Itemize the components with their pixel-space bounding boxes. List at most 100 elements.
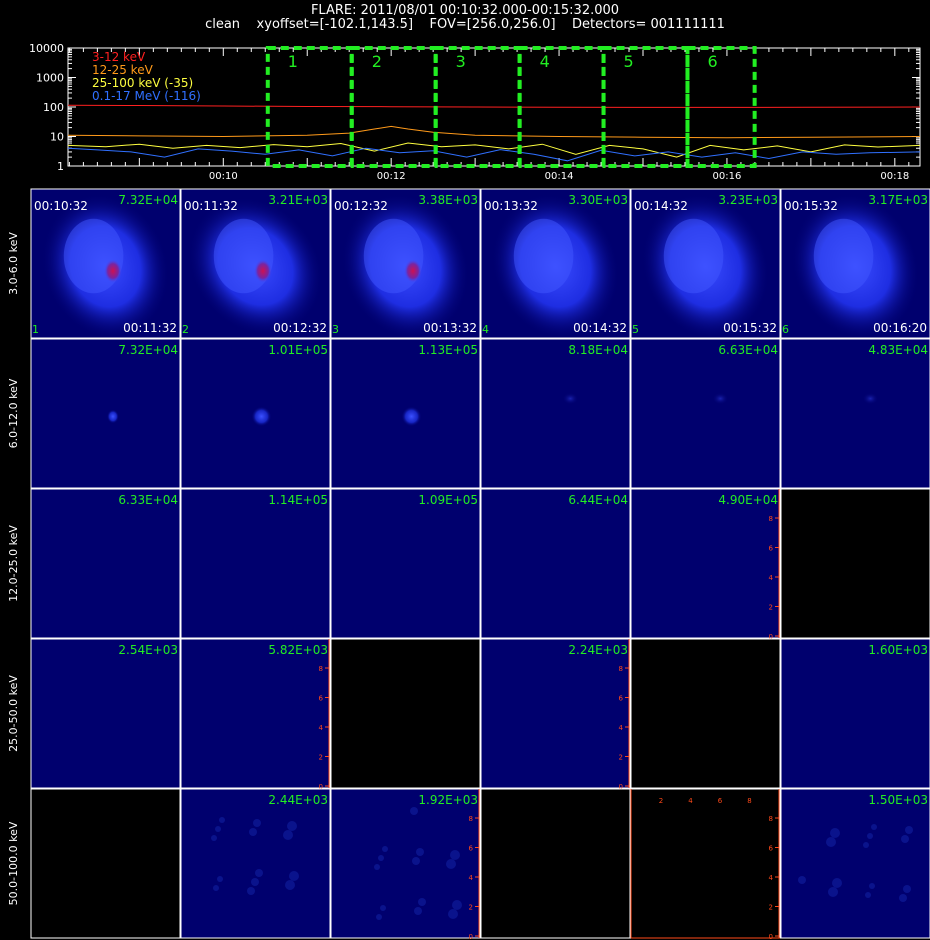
cell-max-value: 3.17E+03 bbox=[868, 193, 928, 207]
axis-tick-label: 4 bbox=[769, 574, 774, 582]
energy-row-label: 50.0-100.0 keV bbox=[7, 821, 20, 905]
cell-max-value: 1.09E+05 bbox=[418, 493, 478, 507]
cell-index: 4 bbox=[482, 323, 489, 336]
noise-blob bbox=[378, 855, 384, 861]
cell-index: 3 bbox=[332, 323, 339, 336]
faint-source bbox=[712, 392, 729, 405]
cell-start-time: 00:12:32 bbox=[334, 199, 388, 213]
image-cell bbox=[181, 489, 330, 638]
noise-blob bbox=[255, 869, 263, 877]
energy-row-label: 12.0-25.0 keV bbox=[7, 525, 20, 602]
cell-max-value: 3.30E+03 bbox=[568, 193, 628, 207]
noise-blob bbox=[899, 894, 907, 902]
axis-tick-label: 6 bbox=[718, 797, 723, 805]
cell-max-value: 4.90E+04 bbox=[718, 493, 778, 507]
noise-blob bbox=[905, 826, 913, 834]
axis-tick-label: 8 bbox=[747, 797, 751, 805]
cell-max-value: 2.24E+03 bbox=[568, 643, 628, 657]
image-cell bbox=[631, 489, 780, 638]
axis-tick-label: 4 bbox=[769, 874, 774, 882]
image-cell bbox=[481, 339, 630, 488]
cell-start-time: 00:13:32 bbox=[484, 199, 538, 213]
flare-core bbox=[403, 258, 422, 283]
noise-blob bbox=[376, 914, 382, 920]
cell-index: 1 bbox=[32, 323, 39, 336]
cell-max-value: 6.63E+04 bbox=[718, 343, 778, 357]
image-cell bbox=[781, 489, 930, 638]
noise-blob bbox=[450, 850, 460, 860]
cell-start-time: 00:14:32 bbox=[634, 199, 688, 213]
noise-blob bbox=[416, 848, 424, 856]
noise-blob bbox=[867, 833, 873, 839]
noise-blob bbox=[219, 817, 225, 823]
emission-blob bbox=[513, 218, 574, 294]
energy-row-label: 6.0-12.0 keV bbox=[7, 378, 20, 448]
cell-max-value: 1.14E+05 bbox=[268, 493, 328, 507]
axis-tick-label: 6 bbox=[769, 845, 774, 853]
noise-blob bbox=[283, 830, 293, 840]
point-source bbox=[106, 409, 119, 424]
cell-index: 5 bbox=[632, 323, 639, 336]
noise-blob bbox=[217, 876, 223, 882]
axis-tick-label: 2 bbox=[619, 754, 623, 762]
cell-start-time: 00:11:32 bbox=[184, 199, 238, 213]
cell-index: 6 bbox=[782, 323, 789, 336]
noise-blob bbox=[382, 846, 388, 852]
emission-blob bbox=[663, 218, 724, 294]
image-cell bbox=[781, 639, 930, 788]
image-grid: 7.32E+04 00:10:32 00:11:32 1 3.21E+03 00:11:3… bbox=[7, 188, 930, 940]
axis-tick-label: 6 bbox=[769, 545, 774, 553]
noise-blob bbox=[285, 880, 295, 890]
noise-blob bbox=[798, 876, 806, 884]
image-cell bbox=[331, 639, 480, 788]
noise-blob bbox=[211, 835, 217, 841]
cell-max-value: 1.01E+05 bbox=[268, 343, 328, 357]
noise-blob bbox=[418, 898, 426, 906]
cell-max-value: 2.44E+03 bbox=[268, 793, 328, 807]
noise-blob bbox=[215, 826, 221, 832]
cell-max-value: 6.33E+04 bbox=[118, 493, 178, 507]
image-cell bbox=[481, 639, 630, 788]
noise-blob bbox=[287, 821, 297, 831]
image-cell bbox=[181, 789, 330, 938]
image-cell bbox=[31, 489, 180, 638]
axis-tick-label: 2 bbox=[769, 904, 773, 912]
cell-max-value: 5.82E+03 bbox=[268, 643, 328, 657]
cell-max-value: 8.18E+04 bbox=[568, 343, 628, 357]
axis-tick-label: 4 bbox=[619, 724, 624, 732]
energy-row-label: 3.0-6.0 keV bbox=[7, 232, 20, 295]
noise-blob bbox=[903, 885, 911, 893]
noise-blob bbox=[901, 835, 909, 843]
cell-end-time: 00:15:32 bbox=[723, 321, 777, 335]
cell-max-value: 1.60E+03 bbox=[868, 643, 928, 657]
axis-tick-label: 6 bbox=[319, 695, 324, 703]
noise-blob bbox=[410, 807, 418, 815]
image-cell bbox=[481, 789, 630, 938]
noise-blob bbox=[213, 885, 219, 891]
cell-end-time: 00:16:20 bbox=[873, 321, 927, 335]
noise-blob bbox=[828, 887, 838, 897]
noise-blob bbox=[826, 837, 836, 847]
axis-tick-label: 2 bbox=[659, 797, 663, 805]
flare-core bbox=[103, 258, 122, 283]
emission-blob bbox=[813, 218, 874, 294]
cell-end-time: 00:13:32 bbox=[423, 321, 477, 335]
axis-tick-label: 6 bbox=[619, 695, 624, 703]
cell-start-time: 00:15:32 bbox=[784, 199, 838, 213]
image-cell bbox=[631, 339, 780, 488]
axis-tick-label: 2 bbox=[769, 604, 773, 612]
cell-max-value: 3.38E+03 bbox=[418, 193, 478, 207]
axis-tick-label: 8 bbox=[619, 665, 623, 673]
image-cell bbox=[481, 489, 630, 638]
image-cell bbox=[31, 339, 180, 488]
axis-tick-label: 8 bbox=[469, 815, 473, 823]
cell-max-value: 4.83E+04 bbox=[868, 343, 928, 357]
noise-blob bbox=[830, 828, 840, 838]
image-cell bbox=[631, 639, 780, 788]
noise-blob bbox=[869, 883, 875, 889]
image-cell bbox=[31, 639, 180, 788]
noise-blob bbox=[832, 878, 842, 888]
cell-end-time: 00:12:32 bbox=[273, 321, 327, 335]
noise-blob bbox=[247, 887, 255, 895]
cell-max-value: 3.23E+03 bbox=[718, 193, 778, 207]
